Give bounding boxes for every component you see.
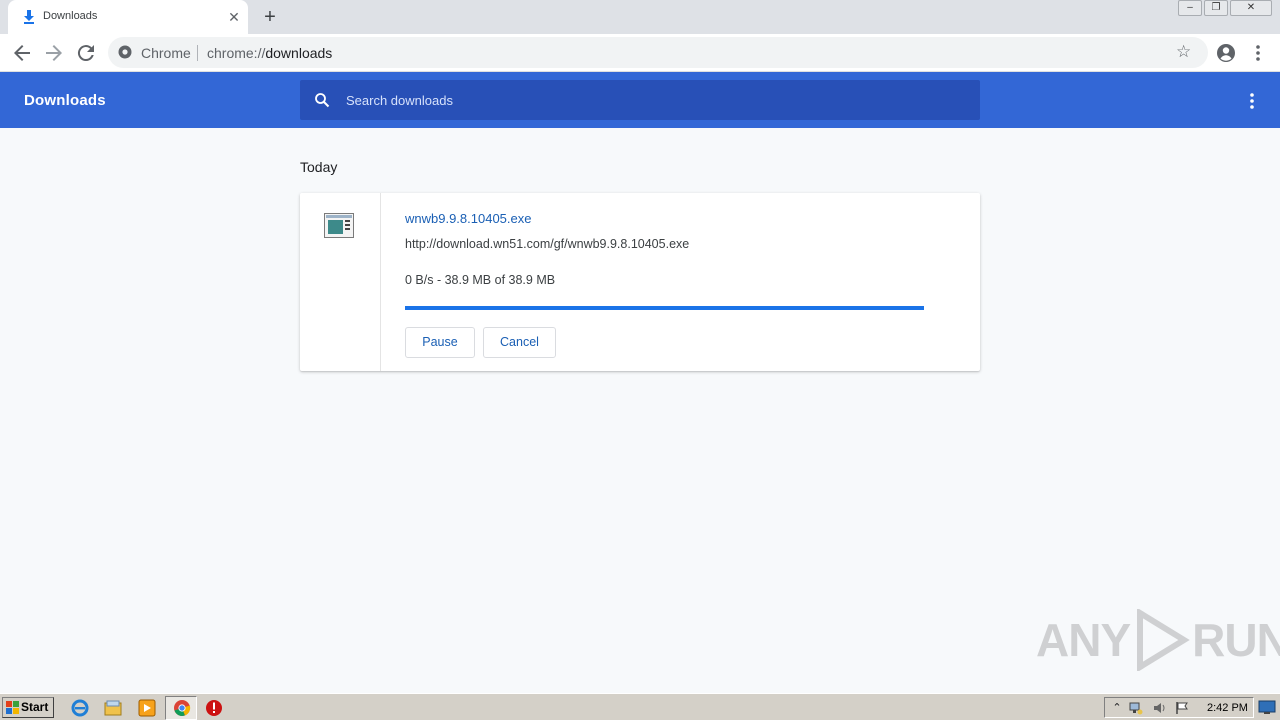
downloads-header: Downloads [0,72,1280,128]
arrow-right-icon [46,45,62,61]
show-hidden-icons-icon[interactable]: ⌃ [1110,701,1124,715]
system-tray: ⌃ 2:42 PM [1104,697,1254,718]
more-actions-icon[interactable] [1244,92,1260,110]
pause-button[interactable]: Pause [405,327,475,358]
tab-downloads[interactable]: Downloads ✕ [8,0,248,34]
close-tab-icon[interactable]: ✕ [226,9,242,25]
start-label: Start [21,700,49,714]
reload-icon [77,45,94,62]
address-bar[interactable]: Chrome chrome://downloads ☆ [108,37,1208,68]
chrome-icon [174,700,191,716]
windows-taskbar: Start ⌃ 2:42 PM [0,693,1280,720]
url-host: downloads [265,45,333,61]
page-title: Downloads [24,92,106,109]
cancel-button[interactable]: Cancel [483,327,556,358]
omnibox-divider [197,45,198,61]
play-logo-icon [1137,609,1190,671]
show-desktop-icon[interactable] [1258,699,1276,716]
progress-fill [405,306,924,310]
start-button[interactable]: Start [2,697,54,718]
minimize-button[interactable]: – [1178,0,1202,16]
source-url[interactable]: http://download.wn51.com/gf/wnwb9.9.8.10… [405,237,689,251]
bookmark-star-icon[interactable]: ☆ [1176,43,1194,61]
search-icon [315,93,330,108]
network-icon[interactable] [1129,701,1143,715]
file-icon-column [300,193,381,371]
watermark-text-left: ANY [1036,614,1131,666]
tab-title: Downloads [43,10,98,22]
watermark-text-right: RUN [1192,614,1280,666]
media-player-icon[interactable] [137,698,157,718]
url-scheme: chrome:// [207,45,266,61]
download-status: 0 B/s - 38.9 MB of 38.9 MB [405,273,556,287]
back-button[interactable] [10,41,34,65]
anyrun-watermark: ANY RUN [1036,608,1280,672]
executable-file-icon [324,213,354,238]
search-box[interactable] [300,80,980,120]
forward-button[interactable] [42,41,66,65]
browser-toolbar: Chrome chrome://downloads ☆ [0,34,1280,72]
action-center-flag-icon[interactable] [1175,701,1189,715]
search-input[interactable] [346,89,946,111]
windows-logo-icon [6,701,19,714]
download-item: wnwb9.9.8.10405.exe http://download.wn51… [300,193,980,371]
file-name-link[interactable]: wnwb9.9.8.10405.exe [405,211,531,226]
date-heading: Today [300,159,338,175]
taskbar-clock[interactable]: 2:42 PM [1207,702,1248,714]
new-tab-button[interactable]: + [260,7,280,27]
tab-strip: Downloads ✕ + – ❐ ✕ [0,0,1280,34]
browser-menu-icon[interactable] [1250,42,1266,64]
close-window-button[interactable]: ✕ [1230,0,1272,16]
progress-bar [405,306,924,310]
file-explorer-icon[interactable] [103,698,123,718]
internet-explorer-icon[interactable] [70,698,90,718]
url-text[interactable]: chrome://downloads [207,45,332,61]
site-label: Chrome [141,45,191,61]
chrome-taskbar-button[interactable] [165,696,197,720]
profile-avatar-icon[interactable] [1215,42,1237,64]
stop-sign-icon[interactable] [204,698,224,718]
reload-button[interactable] [74,41,98,65]
chrome-logo-icon [118,45,132,59]
window-controls: – ❐ ✕ [1178,0,1272,16]
arrow-left-icon [14,45,30,61]
download-icon [24,10,34,24]
volume-icon[interactable] [1152,701,1166,715]
restore-button[interactable]: ❐ [1204,0,1228,16]
